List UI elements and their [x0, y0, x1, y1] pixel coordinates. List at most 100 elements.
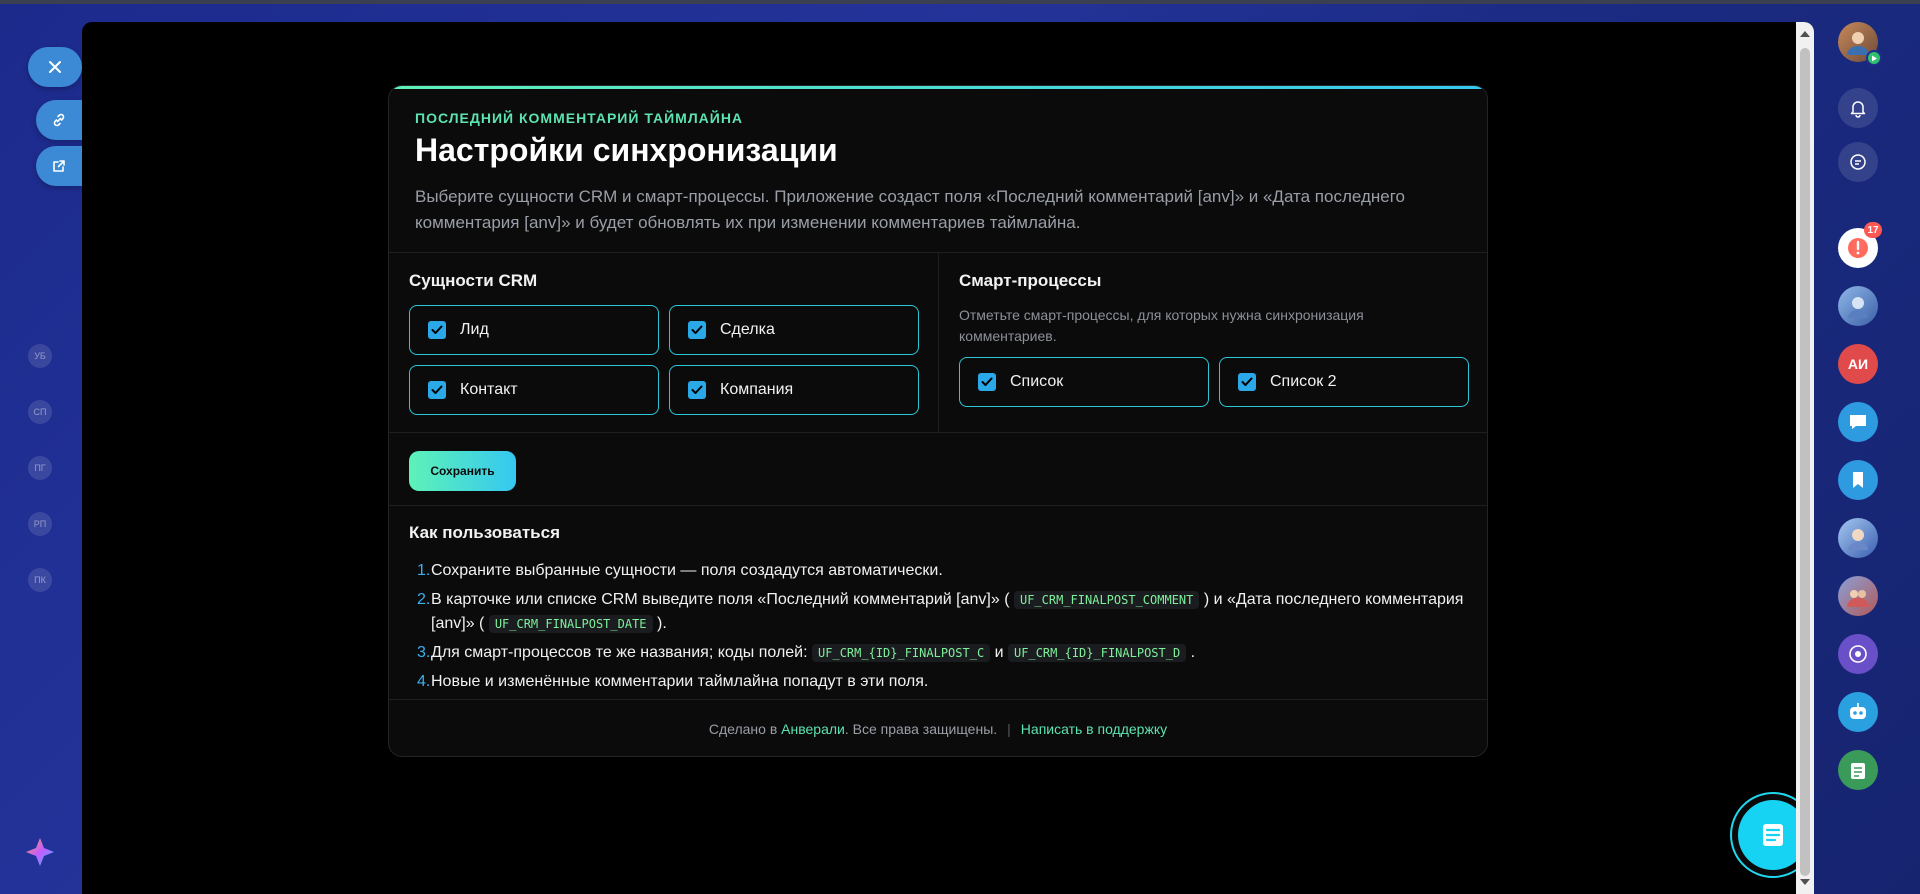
checkbox-label: Лид	[460, 321, 489, 338]
step-text: и	[994, 644, 1004, 661]
scrollbar-thumb[interactable]	[1800, 48, 1810, 876]
checkbox-checked-icon	[688, 321, 706, 339]
favorites-button[interactable]	[1838, 460, 1878, 500]
close-icon	[49, 61, 61, 73]
step-number: 3.	[417, 644, 431, 661]
section-title: Смарт-процессы	[959, 271, 1102, 290]
scroll-down-arrow-icon[interactable]	[1800, 879, 1810, 885]
group-chat-avatar[interactable]	[1838, 576, 1878, 616]
nav-badge: ПК	[28, 568, 52, 592]
online-status-icon	[1866, 50, 1882, 66]
entity-sections: Сущности CRM Лид Сделка Контакт Компания	[389, 253, 1487, 433]
nav-badge: СП	[28, 400, 52, 424]
list-item: 4. Новые и изменённые комментарии таймла…	[409, 670, 1469, 694]
step-text: Для смарт-процессов те же названия; коды…	[431, 644, 808, 661]
field-code: UF_CRM_{ID}_FINALPOST_D	[1008, 644, 1187, 662]
avatar-icon	[1848, 297, 1868, 318]
checkbox-checked-icon	[688, 381, 706, 399]
bookmark-icon	[1853, 472, 1863, 488]
notifications-button[interactable]	[1838, 88, 1878, 128]
clipboard-icon	[1851, 763, 1865, 779]
checkbox-checked-icon	[1238, 373, 1256, 391]
scroll-up-arrow-icon[interactable]	[1800, 31, 1810, 37]
brand-link[interactable]: Анверали	[781, 721, 845, 737]
save-row: Сохранить	[389, 434, 1487, 506]
chat-avatar[interactable]	[1838, 286, 1878, 326]
sync-chats-button[interactable]	[1838, 142, 1878, 182]
chat-avatar[interactable]	[1838, 518, 1878, 558]
footer-made-prefix: Сделано в	[708, 721, 778, 737]
settings-card: ПОСЛЕДНИЙ КОММЕНТАРИЙ ТАЙМЛАЙНА Настройк…	[388, 85, 1488, 757]
link-icon	[53, 113, 65, 127]
section-hint: Отметьте смарт-процессы, для которых нуж…	[959, 307, 1364, 344]
browser-top-strip	[0, 0, 1920, 4]
nav-badge: РП	[28, 512, 52, 536]
field-code: UF_CRM_{ID}_FINALPOST_C	[812, 644, 991, 662]
step-text: .	[1190, 644, 1196, 661]
alerts-button[interactable]: 17	[1838, 222, 1882, 268]
footer-separator: |	[1007, 721, 1011, 737]
save-button[interactable]: Сохранить	[409, 451, 516, 491]
integration-chat[interactable]	[1838, 634, 1878, 674]
checkbox-label: Компания	[720, 381, 794, 398]
right-messenger-panel: 17 АИ	[1812, 4, 1920, 894]
open-in-new-window-button[interactable]	[36, 146, 82, 186]
nav-badge: ПГ	[28, 456, 52, 480]
checkbox-deal[interactable]: Сделка	[669, 305, 919, 355]
bell-icon	[1850, 101, 1866, 118]
document-icon	[1763, 824, 1783, 846]
checkbox-smart-list[interactable]: Список	[959, 357, 1209, 407]
support-link[interactable]: Написать в поддержку	[1021, 721, 1167, 737]
chat-avatar-initials[interactable]: АИ	[1838, 344, 1878, 384]
checkbox-checked-icon	[428, 321, 446, 339]
checkbox-lead[interactable]: Лид	[409, 305, 659, 355]
checkbox-company[interactable]: Компания	[669, 365, 919, 415]
crm-entities-section: Сущности CRM Лид Сделка Контакт Компания	[389, 253, 939, 433]
section-title: Сущности CRM	[409, 271, 538, 290]
alert-icon	[1848, 238, 1868, 258]
footer-rights: . Все права защищены.	[844, 721, 998, 737]
page-title: Настройки синхронизации	[415, 132, 838, 168]
checkbox-label: Контакт	[460, 381, 518, 398]
field-code: UF_CRM_FINALPOST_DATE	[488, 615, 653, 633]
step-text: Сохраните выбранные сущности — поля созд…	[431, 562, 943, 579]
close-slider-button[interactable]	[28, 47, 82, 87]
user-avatar[interactable]	[1838, 22, 1882, 66]
bot-chat[interactable]	[1838, 692, 1878, 732]
checkbox-label: Список	[1010, 373, 1064, 390]
list-item: 2. В карточке или списке CRM выведите по…	[409, 588, 1469, 636]
how-to-section: Как пользоваться 1. Сохраните выбранные …	[389, 507, 1487, 700]
app-slider: ПОСЛЕДНИЙ КОММЕНТАРИЙ ТАЙМЛАЙНА Настройк…	[82, 22, 1814, 894]
checkbox-smart-list-2[interactable]: Список 2	[1219, 357, 1469, 407]
copy-link-button[interactable]	[36, 100, 82, 140]
step-text: ).	[656, 615, 667, 632]
copilot-icon[interactable]	[22, 834, 58, 870]
step-number: 2.	[417, 591, 431, 608]
chat-bubble-icon	[1850, 415, 1866, 429]
target-icon	[1849, 645, 1867, 663]
group-avatar-icon	[1847, 590, 1869, 607]
card-header: ПОСЛЕДНИЙ КОММЕНТАРИЙ ТАЙМЛАЙНА Настройк…	[389, 86, 1487, 253]
step-text: Новые и изменённые комментарии таймлайна…	[431, 673, 929, 690]
chat-item[interactable]	[1838, 402, 1878, 442]
step-text: В карточке или списке CRM выведите поля …	[431, 591, 1010, 608]
app-eyebrow: ПОСЛЕДНИЙ КОММЕНТАРИЙ ТАЙМЛАЙНА	[415, 110, 744, 126]
list-item: 3. Для смарт-процессов те же названия; к…	[409, 641, 1469, 665]
notification-count-badge: 17	[1864, 222, 1882, 238]
checkbox-contact[interactable]: Контакт	[409, 365, 659, 415]
nav-badge: УБ	[28, 344, 52, 368]
checkbox-label: Сделка	[720, 321, 775, 338]
scrollbar[interactable]	[1796, 22, 1814, 894]
checkbox-checked-icon	[978, 373, 996, 391]
refresh-chat-icon	[1850, 154, 1866, 170]
external-link-icon	[53, 160, 65, 172]
section-title: Как пользоваться	[409, 523, 560, 542]
tasks-chat[interactable]	[1838, 750, 1878, 790]
steps-list: 1. Сохраните выбранные сущности — поля с…	[409, 559, 1469, 699]
field-code: UF_CRM_FINALPOST_COMMENT	[1013, 591, 1200, 609]
checkbox-label: Список 2	[1270, 373, 1337, 390]
checkbox-checked-icon	[428, 381, 446, 399]
robot-icon	[1850, 703, 1866, 719]
smart-processes-section: Смарт-процессы Отметьте смарт-процессы, …	[939, 253, 1487, 433]
list-item: 1. Сохраните выбранные сущности — поля с…	[409, 559, 1469, 583]
